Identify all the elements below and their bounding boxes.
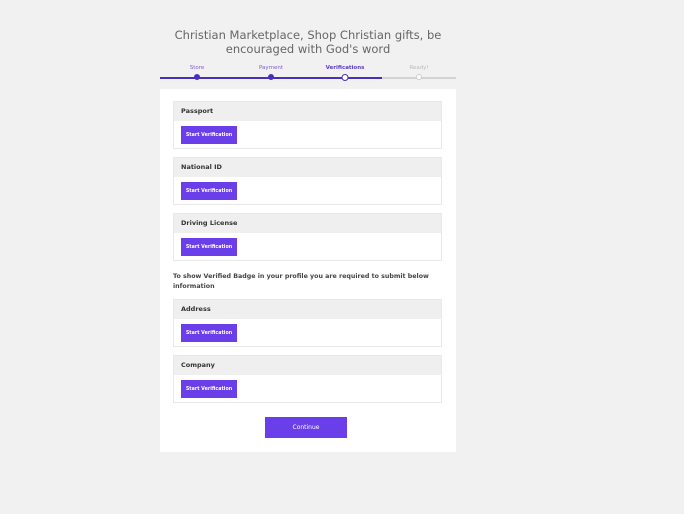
step-ready-dot bbox=[416, 74, 422, 80]
verified-badge-notice: To show Verified Badge in your profile y… bbox=[173, 273, 429, 290]
driving-license-section: Driving License Start Verification bbox=[173, 213, 442, 261]
national-id-start-verification-button[interactable]: Start Verification bbox=[181, 182, 237, 200]
company-section: Company Start Verification bbox=[173, 355, 442, 403]
page-title: Christian Marketplace, Shop Christian gi… bbox=[174, 28, 442, 56]
step-verifications-dot[interactable] bbox=[341, 73, 349, 81]
address-section: Address Start Verification bbox=[173, 299, 442, 347]
passport-section: Passport Start Verification bbox=[173, 101, 442, 149]
setup-stepper: Store Payment Verifications Ready! bbox=[160, 63, 456, 83]
verifications-card: Passport Start Verification National ID … bbox=[160, 89, 456, 452]
step-payment-label[interactable]: Payment bbox=[259, 65, 283, 71]
address-title: Address bbox=[174, 300, 441, 319]
step-store-dot[interactable] bbox=[194, 74, 200, 80]
national-id-section: National ID Start Verification bbox=[173, 157, 442, 205]
passport-start-verification-button[interactable]: Start Verification bbox=[181, 126, 237, 144]
passport-title: Passport bbox=[174, 102, 441, 121]
step-ready-label: Ready! bbox=[409, 65, 429, 71]
company-title: Company bbox=[174, 356, 441, 375]
driving-license-title: Driving License bbox=[174, 214, 441, 233]
continue-button[interactable]: Continue bbox=[265, 417, 347, 438]
company-start-verification-button[interactable]: Start Verification bbox=[181, 380, 237, 398]
national-id-title: National ID bbox=[174, 158, 441, 177]
address-start-verification-button[interactable]: Start Verification bbox=[181, 324, 237, 342]
step-verifications-label[interactable]: Verifications bbox=[326, 65, 365, 71]
step-store-label[interactable]: Store bbox=[190, 65, 205, 71]
driving-license-start-verification-button[interactable]: Start Verification bbox=[181, 238, 237, 256]
step-payment-dot[interactable] bbox=[268, 74, 274, 80]
